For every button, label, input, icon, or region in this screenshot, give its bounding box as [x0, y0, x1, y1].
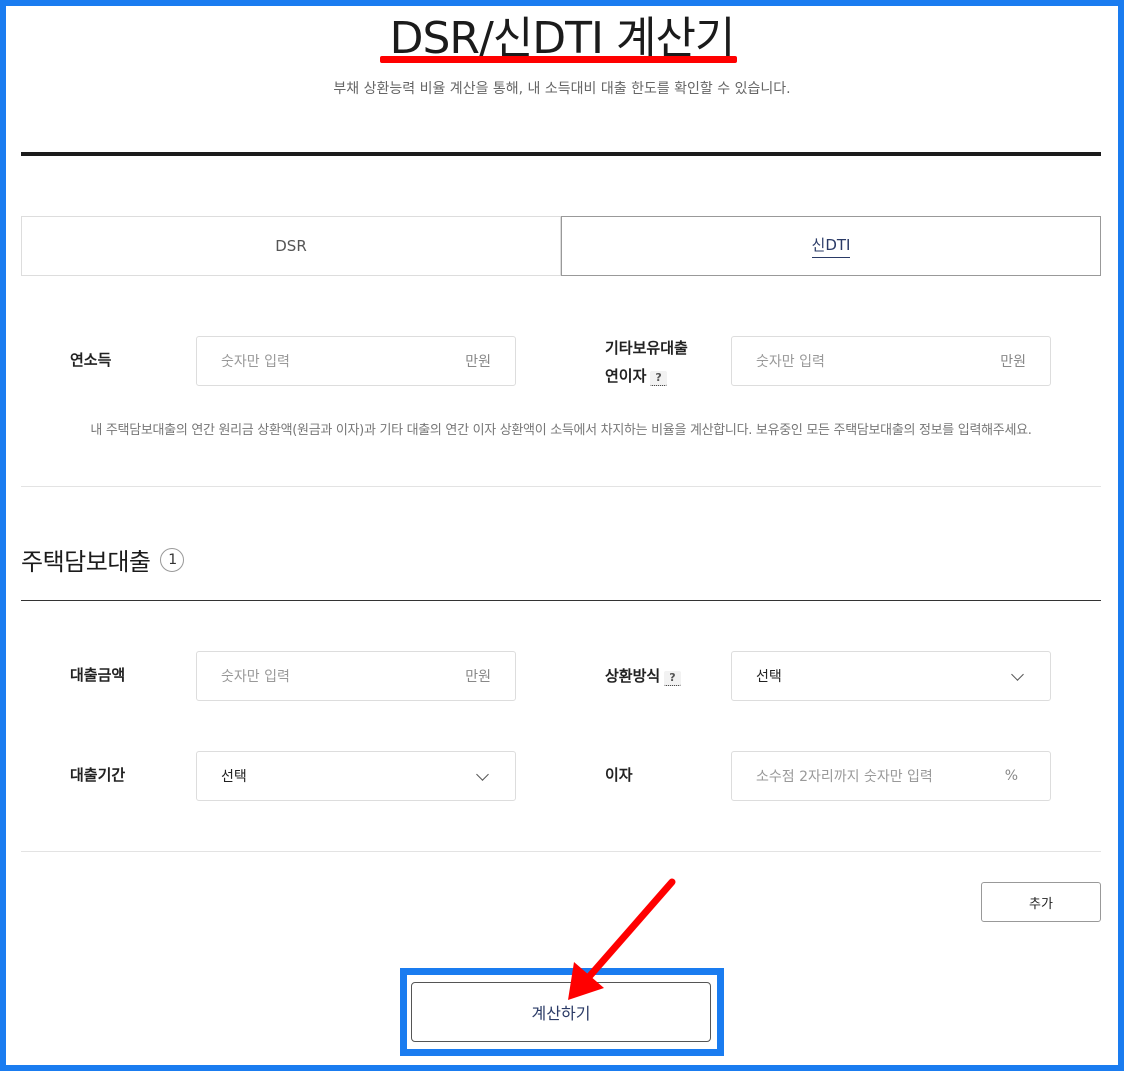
repayment-method-label: 상환방식?: [605, 662, 681, 690]
loan-period-value: 선택: [221, 769, 247, 785]
header-divider: [21, 152, 1101, 156]
mortgage-section-divider: [21, 600, 1101, 601]
tab-new-dti-label: 신DTI: [811, 234, 851, 258]
loan-amount-label: 대출금액: [70, 666, 126, 684]
tab-new-dti[interactable]: 신DTI: [561, 216, 1101, 276]
income-placeholder: 숫자만 입력: [221, 354, 290, 370]
tab-dsr[interactable]: DSR: [21, 216, 561, 276]
repayment-method-select[interactable]: 선택: [731, 651, 1051, 701]
red-arrow-annotation: [568, 878, 676, 1000]
tab-dsr-label: DSR: [275, 237, 307, 255]
screenshot-frame: [0, 0, 1124, 1071]
interest-unit: %: [1004, 768, 1018, 784]
section-divider: [21, 486, 1101, 487]
loan-amount-input[interactable]: 숫자만 입력 만원: [196, 651, 516, 701]
calculator-tabs: DSR 신DTI: [21, 216, 1101, 276]
loan-amount-unit: 만원: [465, 669, 491, 685]
loan-amount-placeholder: 숫자만 입력: [221, 669, 290, 685]
other-loan-interest-help-icon[interactable]: ?: [650, 371, 667, 386]
chevron-down-icon: [1011, 667, 1024, 681]
page-subtitle: 부채 상환능력 비율 계산을 통해, 내 소득대비 대출 한도를 확인할 수 있…: [333, 81, 791, 97]
mortgage-section-title-text: 주택담보대출: [21, 548, 151, 576]
interest-label: 이자: [605, 766, 633, 784]
loan-period-select[interactable]: 선택: [196, 751, 516, 801]
repayment-method-help-icon[interactable]: ?: [664, 671, 681, 686]
interest-placeholder: 소수점 2자리까지 숫자만 입력: [756, 769, 933, 785]
other-loan-interest-label-line2: 연이자: [605, 367, 647, 385]
income-unit: 만원: [465, 354, 491, 370]
income-label: 연소득: [70, 351, 112, 369]
calculator-description: 내 주택담보대출의 연간 원리금 상환액(원금과 이자)과 기타 대출의 연간 …: [90, 423, 1032, 438]
other-loan-interest-input[interactable]: 숫자만 입력 만원: [731, 336, 1051, 386]
other-loan-interest-unit: 만원: [1000, 354, 1026, 370]
income-input[interactable]: 숫자만 입력 만원: [196, 336, 516, 386]
add-mortgage-button[interactable]: 추가: [981, 882, 1101, 922]
repayment-method-value: 선택: [756, 669, 782, 685]
interest-input[interactable]: 소수점 2자리까지 숫자만 입력 %: [731, 751, 1051, 801]
mortgage-section-title: 주택담보대출 1: [21, 542, 185, 577]
other-loan-interest-label: 기타보유대출 연이자?: [605, 334, 688, 390]
other-loan-interest-placeholder: 숫자만 입력: [756, 354, 825, 370]
title-underline-annotation: [380, 56, 737, 63]
calculate-button[interactable]: 계산하기: [411, 982, 711, 1042]
other-loan-interest-label-line1: 기타보유대출: [605, 339, 688, 357]
mortgage-count-badge: 1: [160, 547, 185, 572]
repayment-method-label-text: 상환방식: [605, 667, 661, 685]
form-bottom-divider: [21, 851, 1101, 852]
loan-period-label: 대출기간: [70, 766, 126, 784]
chevron-down-icon: [476, 767, 489, 781]
